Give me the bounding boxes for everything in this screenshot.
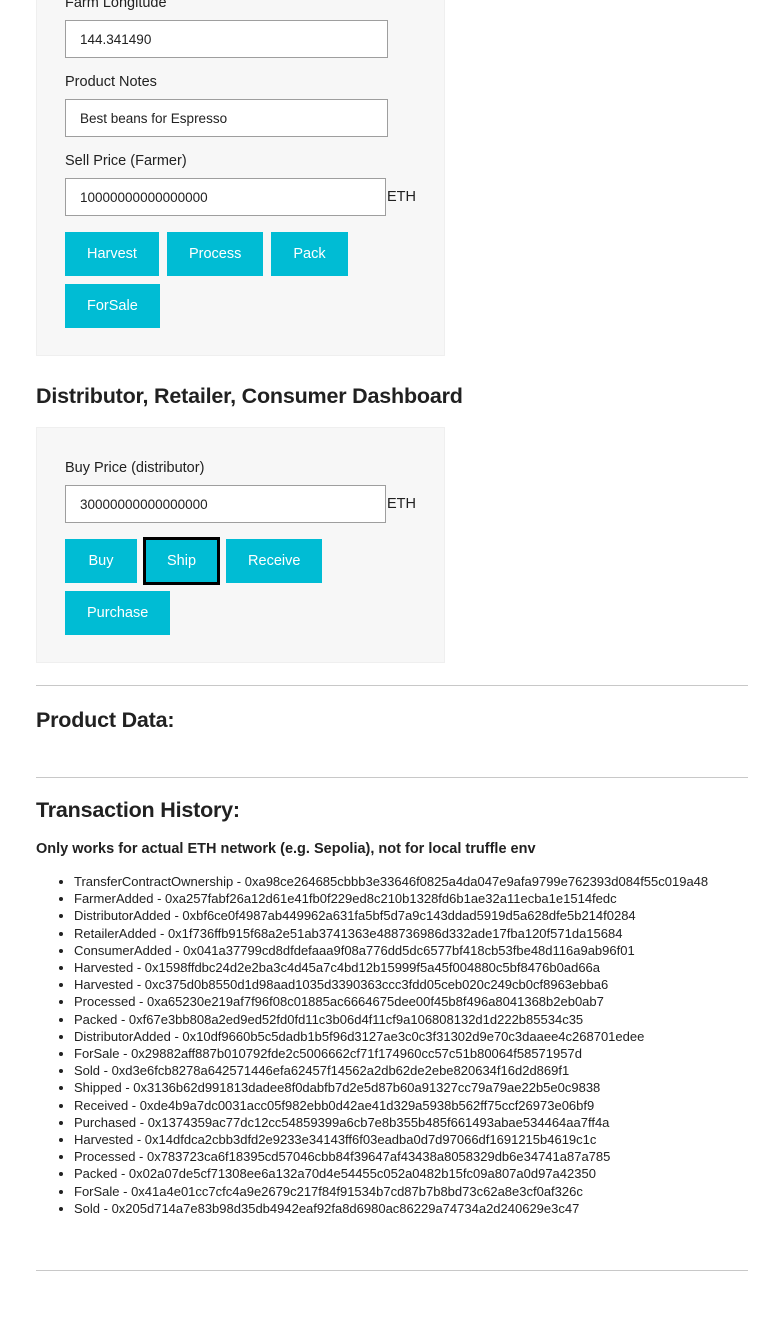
buy-price-distributor-label: Buy Price (distributor) <box>65 460 205 476</box>
transaction-list-item: DistributorAdded - 0x10df9660b5c5dadb1b5… <box>74 1028 748 1045</box>
transaction-list-item: Processed - 0x783723ca6f18395cd57046cbb8… <box>74 1148 748 1165</box>
buy-price-unit: ETH <box>387 496 416 512</box>
product-notes-input[interactable] <box>65 99 388 137</box>
buy-price-distributor-row: ETH <box>65 485 416 523</box>
forsale-button[interactable]: ForSale <box>65 284 160 328</box>
sell-price-farmer-label: Sell Price (Farmer) <box>65 153 187 169</box>
sell-price-farmer-input[interactable] <box>65 178 386 216</box>
transaction-list-item: Purchased - 0x1374359ac77dc12cc54859399a… <box>74 1114 748 1131</box>
buy-button[interactable]: Buy <box>65 539 137 583</box>
distributor-section-title: Distributor, Retailer, Consumer Dashboar… <box>36 384 463 408</box>
buy-price-distributor-input[interactable] <box>65 485 386 523</box>
product-notes-label: Product Notes <box>65 74 157 90</box>
ship-button[interactable]: Ship <box>142 537 221 585</box>
transaction-list-item: Packed - 0x02a07de5cf71308ee6a132a70d4e5… <box>74 1165 748 1182</box>
distributor-action-buttons: Buy Ship Receive Purchase <box>65 537 416 635</box>
transaction-list-item: ForSale - 0x29882aff887b010792fde2c50066… <box>74 1045 748 1062</box>
farm-longitude-label: Farm Longitude <box>65 0 167 11</box>
transaction-list-item: Harvested - 0x14dfdca2cbb3dfd2e9233e3414… <box>74 1131 748 1148</box>
transaction-history-note: Only works for actual ETH network (e.g. … <box>36 841 536 857</box>
transaction-list-item: ForSale - 0x41a4e01cc7cfc4a9e2679c217f84… <box>74 1183 748 1200</box>
product-data-title: Product Data: <box>36 708 175 732</box>
transaction-list-item: RetailerAdded - 0x1f736ffb915f68a2e51ab3… <box>74 925 748 942</box>
transaction-list-item: ConsumerAdded - 0x041a37799cd8dfdefaaa9f… <box>74 942 748 959</box>
receive-button[interactable]: Receive <box>226 539 323 583</box>
transaction-history-title: Transaction History: <box>36 798 240 822</box>
process-button[interactable]: Process <box>166 232 264 276</box>
transaction-list: TransferContractOwnership - 0xa98ce26468… <box>36 873 748 1217</box>
transaction-list-item: Harvested - 0xc375d0b8550d1d98aad1035d33… <box>74 976 748 993</box>
transaction-list-item: Shipped - 0x3136b62d991813dadee8f0dabfb7… <box>74 1079 748 1096</box>
sell-price-unit: ETH <box>387 189 416 205</box>
divider-footer <box>36 1270 748 1271</box>
farm-longitude-input[interactable] <box>65 20 388 58</box>
transaction-list-item: Sold - 0x205d714a7e83b98d35db4942eaf92fa… <box>74 1200 748 1217</box>
page-root: Farm Longitude Product Notes Sell Price … <box>0 0 784 1309</box>
sell-price-farmer-row: ETH <box>65 178 416 216</box>
field-farm-longitude: Farm Longitude <box>65 0 416 58</box>
transaction-list-item: FarmerAdded - 0xa257fabf26a12d61e41fb0f2… <box>74 890 748 907</box>
transaction-list-item: DistributorAdded - 0xbf6ce0f4987ab449962… <box>74 907 748 924</box>
transaction-list-item: Sold - 0xd3e6fcb8278a642571446efa62457f1… <box>74 1062 748 1079</box>
transaction-list-item: Processed - 0xa65230e219af7f96f08c01885a… <box>74 993 748 1010</box>
field-sell-price-farmer: Sell Price (Farmer) ETH <box>65 151 416 216</box>
farm-longitude-row <box>65 20 416 58</box>
transaction-list-item: Received - 0xde4b9a7dc0031acc05f982ebb0d… <box>74 1097 748 1114</box>
harvest-button[interactable]: Harvest <box>65 232 159 276</box>
transaction-list-item: TransferContractOwnership - 0xa98ce26468… <box>74 873 748 890</box>
pack-button[interactable]: Pack <box>271 232 348 276</box>
distributor-dashboard-card: Buy Price (distributor) ETH Buy Ship Rec… <box>36 427 445 663</box>
farmer-action-buttons: Harvest Process Pack ForSale <box>65 232 416 328</box>
field-product-notes: Product Notes <box>65 72 416 137</box>
field-buy-price-distributor: Buy Price (distributor) ETH <box>65 458 416 523</box>
farmer-dashboard-card: Farm Longitude Product Notes Sell Price … <box>36 0 445 356</box>
product-notes-row <box>65 99 416 137</box>
transaction-list-item: Harvested - 0x1598ffdbc24d2e2ba3c4d45a7c… <box>74 959 748 976</box>
transaction-list-item: Packed - 0xf67e3bb808a2ed9ed52fd0fd11c3b… <box>74 1011 748 1028</box>
purchase-button[interactable]: Purchase <box>65 591 171 635</box>
